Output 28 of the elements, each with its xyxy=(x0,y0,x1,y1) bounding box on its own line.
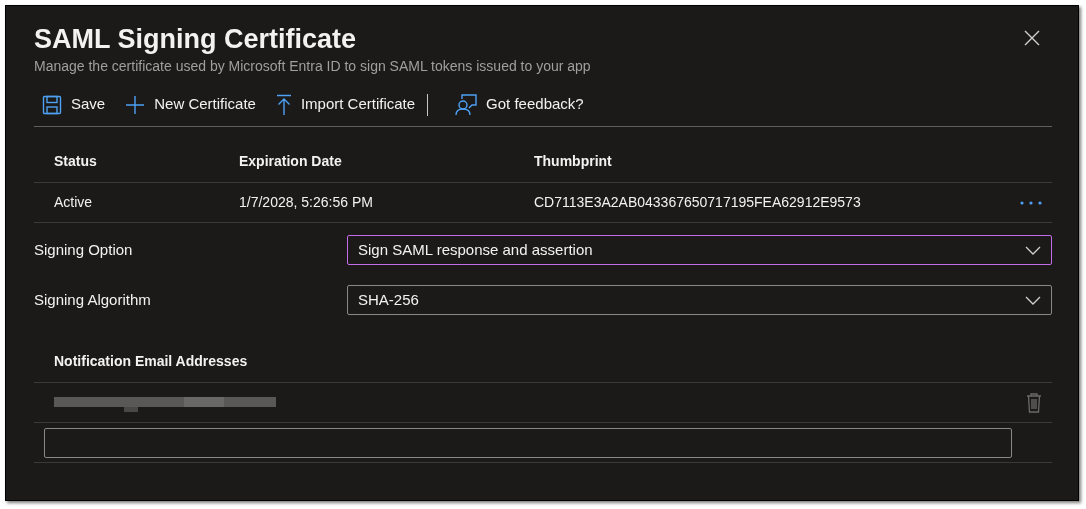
table-cell: 1/7/2028, 5:26:56 PM xyxy=(239,194,373,210)
plus-icon xyxy=(125,94,146,115)
email-input[interactable] xyxy=(44,427,1012,458)
column-header: Status xyxy=(54,153,97,169)
feedback-button[interactable]: Got feedback? xyxy=(447,88,592,121)
new-certificate-button[interactable]: New Certificate xyxy=(117,88,264,121)
import-certificate-button[interactable]: Import Certificate xyxy=(267,88,424,121)
trash-icon[interactable] xyxy=(1026,392,1042,413)
close-button[interactable] xyxy=(1022,28,1042,48)
field-label: Signing Algorithm xyxy=(34,289,152,310)
save-icon xyxy=(42,94,62,115)
panel-subtitle: Manage the certificate used by Microsoft Entra ID to sign SAML tokens issued to your app xyxy=(34,57,591,75)
close-icon xyxy=(1024,30,1040,46)
table-cell: CD7113E3A2AB043367650717195FEA62912E9573 xyxy=(534,194,861,210)
feedback-icon xyxy=(455,93,478,116)
table-cell: Active xyxy=(54,194,93,210)
chevron-down-icon xyxy=(1025,245,1041,255)
field-label: Signing Option xyxy=(34,239,134,260)
chevron-down-icon xyxy=(1025,295,1041,305)
section-heading: Notification Email Addresses xyxy=(54,352,248,371)
dropdown[interactable]: Sign SAML response and assertion xyxy=(347,235,1052,265)
upload-icon xyxy=(275,93,292,116)
more-icon xyxy=(1020,200,1042,205)
column-header: Expiration Date xyxy=(239,153,342,169)
save-button[interactable]: Save xyxy=(34,88,114,121)
panel-title: SAML Signing Certificate xyxy=(34,23,357,56)
column-header: Thumbprint xyxy=(534,153,612,169)
dropdown[interactable]: SHA-256 xyxy=(347,285,1052,315)
